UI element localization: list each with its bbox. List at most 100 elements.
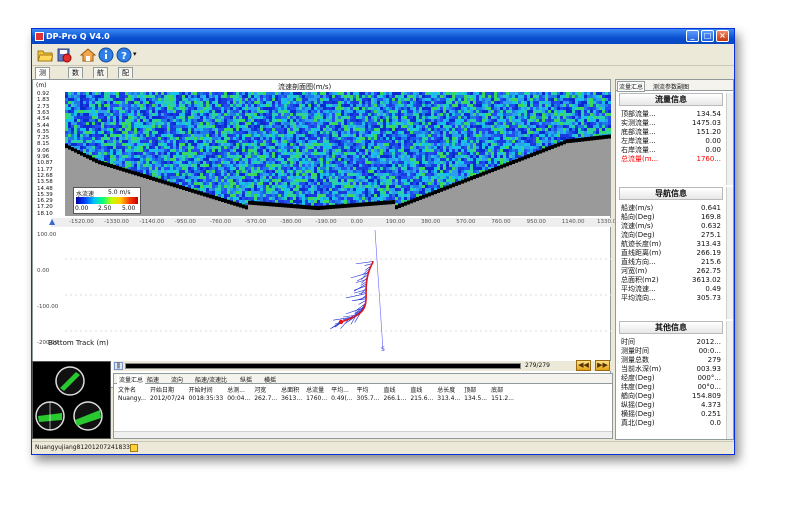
help-dropdown-arrow-icon[interactable]: ▾ <box>133 50 137 58</box>
profile-cell <box>155 155 158 158</box>
depth-tick-label: 12.68 <box>37 172 53 179</box>
profile-cell <box>206 152 209 155</box>
profile-cell <box>398 134 401 137</box>
profile-cell <box>248 197 251 200</box>
profile-cell <box>437 107 440 110</box>
profile-cell <box>257 176 260 179</box>
profile-cell <box>392 173 395 176</box>
profile-cell <box>476 92 479 95</box>
info-icon[interactable] <box>98 47 114 63</box>
profile-cell <box>209 140 212 143</box>
profile-cell <box>359 146 362 149</box>
profile-cell <box>248 140 251 143</box>
profile-cell <box>242 176 245 179</box>
profile-cell <box>356 176 359 179</box>
profile-cell <box>386 116 389 119</box>
profile-cell <box>209 149 212 152</box>
home-icon[interactable] <box>80 47 96 63</box>
profile-cell <box>110 110 113 113</box>
profile-cell <box>176 155 179 158</box>
profile-cell <box>197 104 200 107</box>
profile-cell <box>272 92 275 95</box>
profile-cell <box>179 149 182 152</box>
maximize-button[interactable]: □ <box>701 30 714 42</box>
profile-cell <box>221 107 224 110</box>
profile-cell <box>362 95 365 98</box>
profile-cell <box>287 182 290 185</box>
profile-cell <box>476 98 479 101</box>
profile-cell <box>353 107 356 110</box>
profile-cell <box>206 131 209 134</box>
profile-cell <box>206 173 209 176</box>
profile-cell <box>173 161 176 164</box>
profile-cell <box>326 92 329 95</box>
profile-cell <box>386 134 389 137</box>
tab-config[interactable]: 配置 <box>118 67 133 87</box>
profile-cell <box>422 176 425 179</box>
profile-cell <box>212 140 215 143</box>
profile-cell <box>176 140 179 143</box>
profile-cell <box>239 104 242 107</box>
profile-cell <box>491 146 494 149</box>
tab-track[interactable]: 航迹 <box>93 67 108 87</box>
profile-cell <box>116 119 119 122</box>
profile-cell <box>149 152 152 155</box>
profile-cell <box>137 164 140 167</box>
profile-cell <box>134 152 137 155</box>
profile-cell <box>212 107 215 110</box>
close-button[interactable]: × <box>716 30 729 42</box>
profile-cell <box>89 113 92 116</box>
help-icon[interactable]: ? <box>116 47 132 63</box>
profile-cell <box>326 125 329 128</box>
profile-cell <box>458 92 461 95</box>
profile-cell <box>104 107 107 110</box>
profile-cell <box>290 131 293 134</box>
profile-cell <box>242 137 245 140</box>
profile-cell <box>98 116 101 119</box>
profile-cell <box>299 95 302 98</box>
profile-cell <box>305 167 308 170</box>
profile-cell <box>413 191 416 194</box>
profile-cell <box>89 146 92 149</box>
profile-cell <box>473 104 476 107</box>
profile-cell <box>341 176 344 179</box>
profile-cell <box>188 137 191 140</box>
profile-cell <box>509 137 512 140</box>
open-folder-icon[interactable] <box>37 47 53 63</box>
profile-cell <box>167 101 170 104</box>
tab-measure-control[interactable]: 测流控制 <box>35 67 50 107</box>
profile-cell <box>383 110 386 113</box>
profile-cell <box>125 149 128 152</box>
profile-cell <box>182 131 185 134</box>
profile-cell <box>140 128 143 131</box>
profile-cell <box>215 146 218 149</box>
profile-cell <box>416 152 419 155</box>
profile-cell <box>245 182 248 185</box>
save-icon[interactable] <box>56 47 72 63</box>
profile-cell <box>458 113 461 116</box>
profile-cell <box>236 143 239 146</box>
depth-tick-label: 14.48 <box>37 185 53 192</box>
riverbed-segment <box>386 200 389 205</box>
profile-cell <box>305 152 308 155</box>
profile-cell <box>449 134 452 137</box>
profile-cell <box>398 95 401 98</box>
profile-cell <box>257 155 260 158</box>
profile-cell <box>503 125 506 128</box>
profile-cell <box>386 92 389 95</box>
profile-cell <box>98 143 101 146</box>
profile-cell <box>452 98 455 101</box>
minimize-button[interactable]: _ <box>686 30 699 42</box>
profile-cell <box>350 146 353 149</box>
profile-cell <box>461 113 464 116</box>
profile-cell <box>314 188 317 191</box>
profile-cell <box>392 107 395 110</box>
tab-data[interactable]: 数据 <box>68 67 83 87</box>
profile-cell <box>314 194 317 197</box>
profile-cell <box>371 191 374 194</box>
profile-cell <box>152 161 155 164</box>
riverbed-segment <box>332 204 335 209</box>
profile-cell <box>434 179 437 182</box>
profile-cell <box>509 98 512 101</box>
profile-cell <box>392 125 395 128</box>
